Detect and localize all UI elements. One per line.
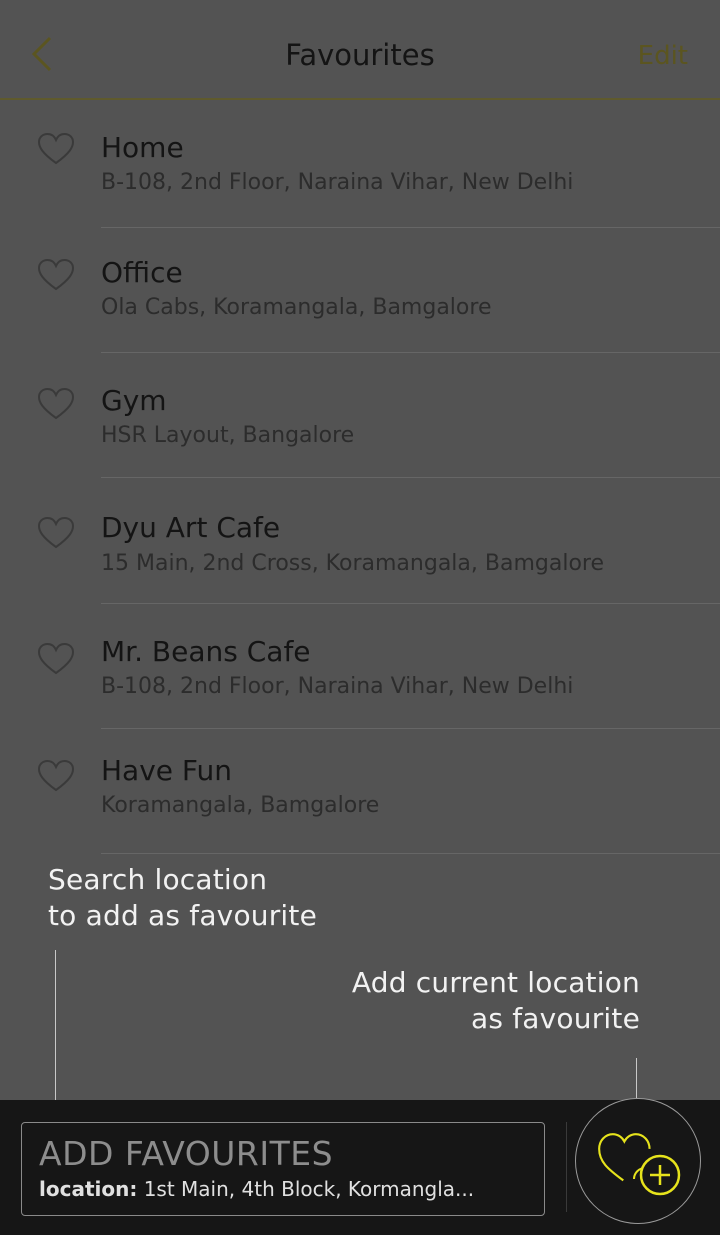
favourite-item-gym[interactable]: Gym HSR Layout, Bangalore xyxy=(0,353,720,479)
divider xyxy=(101,853,720,854)
location-label: location: xyxy=(39,1177,138,1201)
current-location-hint: Add current location as favourite xyxy=(352,965,640,1037)
app-header: Favourites Edit xyxy=(0,0,720,100)
favourite-name: Mr. Beans Cafe xyxy=(101,635,311,668)
add-current-location-button[interactable] xyxy=(575,1098,701,1224)
search-field-location: location: 1st Main, 4th Block, Kormangla… xyxy=(39,1175,474,1203)
favourite-item-have-fun[interactable]: Have Fun Koramangala, Bamgalore xyxy=(0,729,720,855)
heart-icon xyxy=(37,642,75,675)
heart-icon xyxy=(37,132,75,165)
favourite-address: Ola Cabs, Koramangala, Bamgalore xyxy=(101,295,492,320)
search-hint: Search location to add as favourite xyxy=(48,862,317,934)
current-hint-line-2: as favourite xyxy=(470,1002,640,1035)
heart-plus-icon xyxy=(598,1133,681,1196)
heart-icon xyxy=(37,759,75,792)
heart-icon xyxy=(37,516,75,549)
favourite-name: Dyu Art Cafe xyxy=(101,511,281,544)
favourite-item-home[interactable]: Home B-108, 2nd Floor, Naraina Vihar, Ne… xyxy=(0,100,720,226)
favourite-item-office[interactable]: Office Ola Cabs, Koramangala, Bamgalore xyxy=(0,228,720,354)
search-hint-pointer xyxy=(55,950,56,1122)
favourite-name: Have Fun xyxy=(101,754,232,787)
search-hint-line-1: Search location xyxy=(48,863,268,896)
location-value: 1st Main, 4th Block, Kormangla... xyxy=(143,1177,475,1201)
favourite-name: Office xyxy=(101,256,183,289)
favourite-item-mr-beans-cafe[interactable]: Mr. Beans Cafe B-108, 2nd Floor, Naraina… xyxy=(0,604,720,730)
favourite-address: B-108, 2nd Floor, Naraina Vihar, New Del… xyxy=(101,170,574,195)
favourite-name: Gym xyxy=(101,384,167,417)
favourite-address: HSR Layout, Bangalore xyxy=(101,423,355,448)
favourite-address: Koramangala, Bamgalore xyxy=(101,793,380,818)
favourite-address: B-108, 2nd Floor, Naraina Vihar, New Del… xyxy=(101,674,574,699)
heart-icon xyxy=(37,387,75,420)
add-favourite-search-field[interactable]: ADD FAVOURITES location: 1st Main, 4th B… xyxy=(21,1122,545,1216)
heart-icon xyxy=(37,258,75,291)
page-title: Favourites xyxy=(285,38,435,72)
search-hint-line-2: to add as favourite xyxy=(48,899,318,932)
favourite-item-dyu-art-cafe[interactable]: Dyu Art Cafe 15 Main, 2nd Cross, Koraman… xyxy=(0,478,720,604)
favourite-address: 15 Main, 2nd Cross, Koramangala, Bamgalo… xyxy=(101,551,605,576)
favourite-name: Home xyxy=(101,131,184,164)
bottom-divider xyxy=(566,1122,567,1212)
current-hint-line-1: Add current location xyxy=(351,966,640,999)
current-hint-pointer xyxy=(636,1058,637,1098)
search-field-title: ADD FAVOURITES xyxy=(39,1134,334,1173)
edit-button[interactable]: Edit xyxy=(638,38,688,74)
